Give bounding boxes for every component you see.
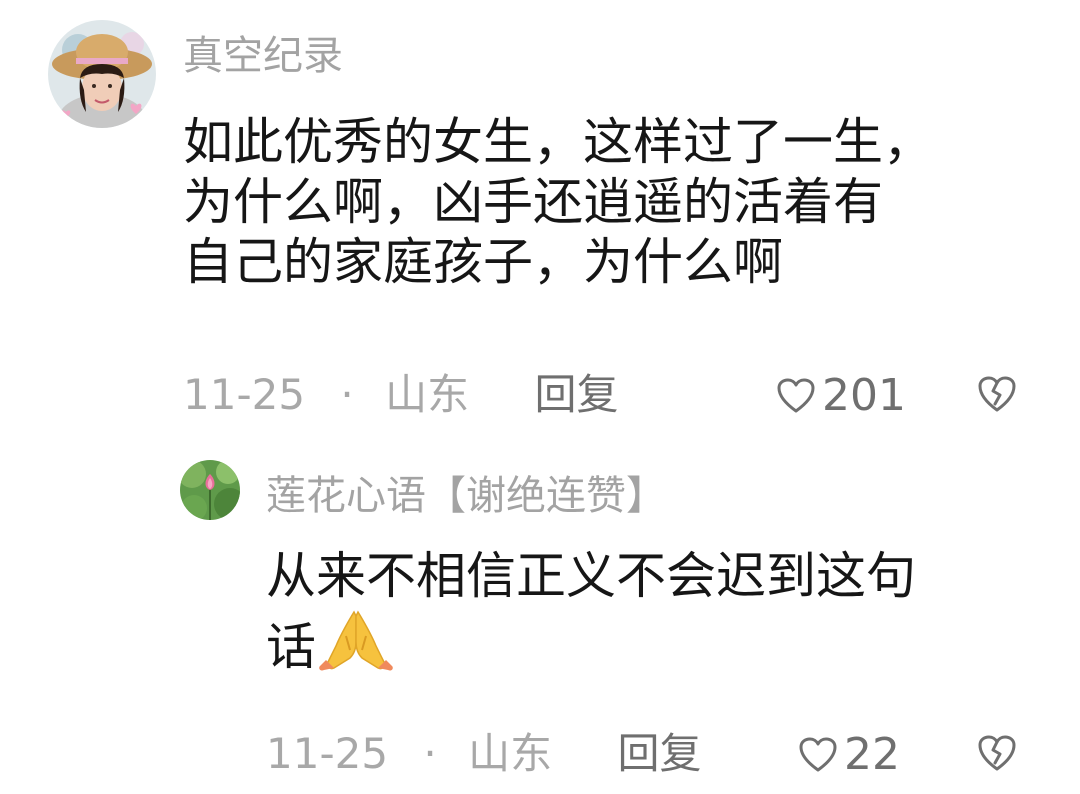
comment-text-line: 如此优秀的女生，这样过了一生， — [183, 113, 933, 171]
like-button[interactable]: 22 — [798, 733, 900, 777]
comment-location: 山东 — [385, 370, 470, 419]
comment-date: 11-25 — [266, 729, 389, 778]
comment-meta: 11-25 · 山东 回复 — [183, 374, 619, 416]
reply-button[interactable]: 回复 — [535, 374, 619, 416]
like-button[interactable]: 201 — [776, 374, 906, 418]
dislike-button[interactable] — [976, 374, 1018, 414]
meta-separator: · — [340, 370, 354, 419]
like-count: 201 — [822, 370, 906, 421]
heart-icon — [777, 378, 815, 413]
username[interactable]: 莲花心语【谢绝连赞】 — [266, 476, 666, 516]
comment-text-line: 自己的家庭孩子，为什么啊 — [183, 233, 783, 291]
comment-location: 山东 — [468, 729, 553, 778]
meta-separator: · — [423, 729, 437, 778]
comment-text-line: 从来不相信正义不会迟到这句 — [266, 547, 916, 605]
comment-text: 如此优秀的女生，这样过了一生， 为什么啊，凶手还逍遥的活着有 自己的家庭孩子，为… — [183, 112, 1063, 292]
broken-heart-icon — [978, 735, 1016, 771]
like-count: 22 — [844, 729, 900, 780]
woman-straw-hat-avatar-icon — [48, 20, 156, 128]
comment-date: 11-25 — [183, 370, 306, 419]
folded-hands-emoji-icon — [316, 606, 396, 685]
reply-button[interactable]: 回复 — [618, 733, 702, 775]
lotus-flower-avatar-icon — [180, 460, 240, 520]
comment-text-line-wrap: 话 — [266, 606, 1056, 685]
avatar[interactable] — [48, 20, 156, 128]
avatar[interactable] — [180, 460, 240, 520]
comment-text-line: 话 — [266, 618, 316, 676]
username[interactable]: 真空纪录 — [183, 36, 343, 76]
comment-text: 从来不相信正义不会迟到这句 话 — [266, 546, 1056, 685]
comment-text-line: 为什么啊，凶手还逍遥的活着有 — [183, 173, 883, 231]
broken-heart-icon — [978, 376, 1016, 412]
comment-meta: 11-25 · 山东 回复 — [266, 733, 702, 775]
dislike-button[interactable] — [976, 733, 1018, 773]
heart-icon — [799, 737, 837, 772]
